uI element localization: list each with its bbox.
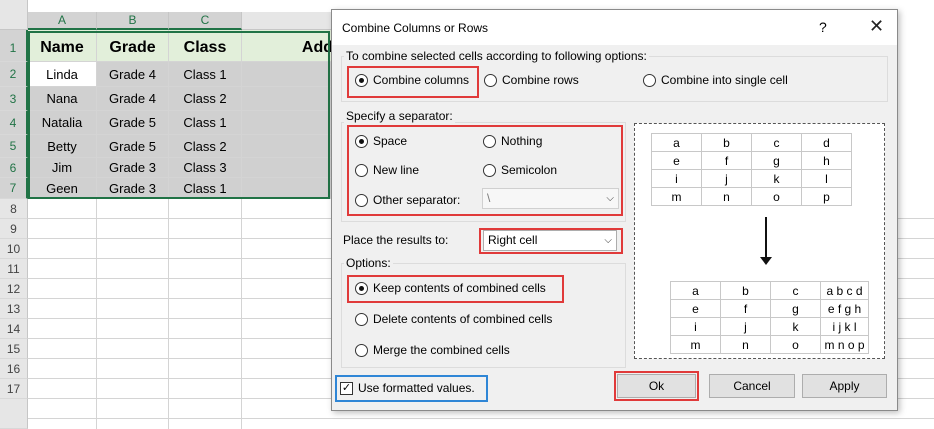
cell-a7[interactable]: Geen bbox=[28, 178, 97, 199]
row-header-1[interactable]: 1 bbox=[0, 30, 28, 62]
cell-a2[interactable]: Linda bbox=[28, 62, 97, 87]
use-formatted-checkbox[interactable]: ✓ Use formatted values. bbox=[340, 381, 475, 395]
column-header-a[interactable]: A bbox=[28, 12, 97, 30]
preview-panel: abcd efgh ijkl mnop abca b c d efge f g … bbox=[634, 123, 885, 359]
row-header-15[interactable]: 15 bbox=[0, 339, 28, 359]
column-header-d[interactable] bbox=[242, 12, 334, 30]
separator-space-radio[interactable]: Space bbox=[355, 134, 407, 148]
combine-dialog: Combine Columns or Rows ? ✕ To combine s… bbox=[331, 9, 898, 411]
radio-selected-icon bbox=[355, 134, 368, 148]
row-header-5[interactable]: 5 bbox=[0, 135, 28, 158]
preview-before-table: abcd efgh ijkl mnop bbox=[651, 133, 852, 206]
chevron-down-icon: ⌵ bbox=[604, 235, 612, 246]
cell-c4[interactable]: Class 1 bbox=[169, 111, 242, 135]
cell-d6[interactable] bbox=[242, 158, 334, 178]
cell-a3[interactable]: Nana bbox=[28, 87, 97, 111]
cell-a5[interactable]: Betty bbox=[28, 135, 97, 158]
row-header-10[interactable]: 10 bbox=[0, 239, 28, 259]
row-header-8[interactable]: 8 bbox=[0, 199, 28, 219]
cell-c7[interactable]: Class 1 bbox=[169, 178, 242, 199]
dialog-titlebar[interactable]: Combine Columns or Rows ? ✕ bbox=[332, 10, 897, 45]
row-header-9[interactable]: 9 bbox=[0, 219, 28, 239]
cell-d5[interactable] bbox=[242, 135, 334, 158]
checkmark-icon: ✓ bbox=[340, 381, 353, 395]
combine-options-label: To combine selected cells according to f… bbox=[344, 49, 649, 63]
cell-c2[interactable]: Class 1 bbox=[169, 62, 242, 87]
radio-icon bbox=[643, 73, 656, 87]
cell-b2[interactable]: Grade 4 bbox=[97, 62, 169, 87]
chevron-down-icon: ⌵ bbox=[606, 193, 614, 204]
separator-label: Specify a separator: bbox=[344, 109, 455, 123]
cell-b6[interactable]: Grade 3 bbox=[97, 158, 169, 178]
radio-icon bbox=[355, 163, 368, 177]
row-header-11[interactable]: 11 bbox=[0, 259, 28, 279]
header-cell-grade[interactable]: Grade bbox=[97, 30, 169, 62]
row-header-7[interactable]: 7 bbox=[0, 178, 28, 199]
header-cell-name[interactable]: Name bbox=[28, 30, 97, 62]
cell-a4[interactable]: Natalia bbox=[28, 111, 97, 135]
header-cell-class[interactable]: Class bbox=[169, 30, 242, 62]
close-icon[interactable]: ✕ bbox=[869, 16, 884, 37]
radio-icon bbox=[483, 134, 496, 148]
row-header-3[interactable]: 3 bbox=[0, 87, 28, 111]
row-header-17[interactable]: 17 bbox=[0, 379, 28, 399]
down-arrow-icon bbox=[765, 217, 767, 261]
keep-contents-radio[interactable]: Keep contents of combined cells bbox=[355, 281, 546, 295]
dialog-title: Combine Columns or Rows bbox=[342, 21, 489, 35]
cell-c6[interactable]: Class 3 bbox=[169, 158, 242, 178]
cell-d2[interactable] bbox=[242, 62, 334, 87]
place-results-label: Place the results to: bbox=[343, 233, 449, 247]
row-header-4[interactable]: 4 bbox=[0, 111, 28, 135]
cell-d7[interactable] bbox=[242, 178, 334, 199]
column-header-c[interactable]: C bbox=[169, 12, 242, 30]
row-header-6[interactable]: 6 bbox=[0, 158, 28, 178]
delete-contents-radio[interactable]: Delete contents of combined cells bbox=[355, 312, 552, 326]
combine-single-cell-radio[interactable]: Combine into single cell bbox=[643, 73, 788, 87]
radio-selected-icon bbox=[355, 281, 368, 295]
cell-b4[interactable]: Grade 5 bbox=[97, 111, 169, 135]
apply-button[interactable]: Apply bbox=[802, 374, 887, 398]
separator-nothing-radio[interactable]: Nothing bbox=[483, 134, 542, 148]
combine-columns-radio[interactable]: Combine columns bbox=[355, 73, 469, 87]
separator-newline-radio[interactable]: New line bbox=[355, 163, 419, 177]
other-separator-input[interactable]: \ ⌵ bbox=[482, 188, 619, 209]
cell-c5[interactable]: Class 2 bbox=[169, 135, 242, 158]
options-label: Options: bbox=[344, 256, 393, 270]
row-header-18[interactable] bbox=[0, 399, 28, 429]
column-header-b[interactable]: B bbox=[97, 12, 169, 30]
row-header-14[interactable]: 14 bbox=[0, 319, 28, 339]
ok-button[interactable]: Ok bbox=[617, 374, 696, 398]
cell-d4[interactable] bbox=[242, 111, 334, 135]
separator-other-radio[interactable]: Other separator: bbox=[355, 193, 460, 207]
radio-icon bbox=[355, 193, 368, 207]
cell-d3[interactable] bbox=[242, 87, 334, 111]
radio-selected-icon bbox=[355, 73, 368, 87]
place-results-select[interactable]: Right cell ⌵ bbox=[483, 230, 617, 251]
preview-after-table: abca b c d efge f g h ijki j k l mnom n … bbox=[670, 281, 869, 354]
cell-b7[interactable]: Grade 3 bbox=[97, 178, 169, 199]
radio-icon bbox=[355, 343, 368, 357]
select-all-corner[interactable] bbox=[0, 0, 28, 30]
row-header-2[interactable]: 2 bbox=[0, 62, 28, 87]
cell-c3[interactable]: Class 2 bbox=[169, 87, 242, 111]
cancel-button[interactable]: Cancel bbox=[709, 374, 795, 398]
cell-b5[interactable]: Grade 5 bbox=[97, 135, 169, 158]
header-cell-add[interactable]: Add bbox=[242, 30, 334, 62]
radio-icon bbox=[483, 163, 496, 177]
arrowhead-icon bbox=[760, 257, 772, 265]
cell-b3[interactable]: Grade 4 bbox=[97, 87, 169, 111]
row-header-16[interactable]: 16 bbox=[0, 359, 28, 379]
separator-semicolon-radio[interactable]: Semicolon bbox=[483, 163, 557, 177]
help-button[interactable]: ? bbox=[819, 19, 827, 35]
cell-a6[interactable]: Jim bbox=[28, 158, 97, 178]
row-header-13[interactable]: 13 bbox=[0, 299, 28, 319]
radio-icon bbox=[484, 73, 497, 87]
row-header-12[interactable]: 12 bbox=[0, 279, 28, 299]
merge-cells-radio[interactable]: Merge the combined cells bbox=[355, 343, 510, 357]
radio-icon bbox=[355, 312, 368, 326]
combine-rows-radio[interactable]: Combine rows bbox=[484, 73, 579, 87]
